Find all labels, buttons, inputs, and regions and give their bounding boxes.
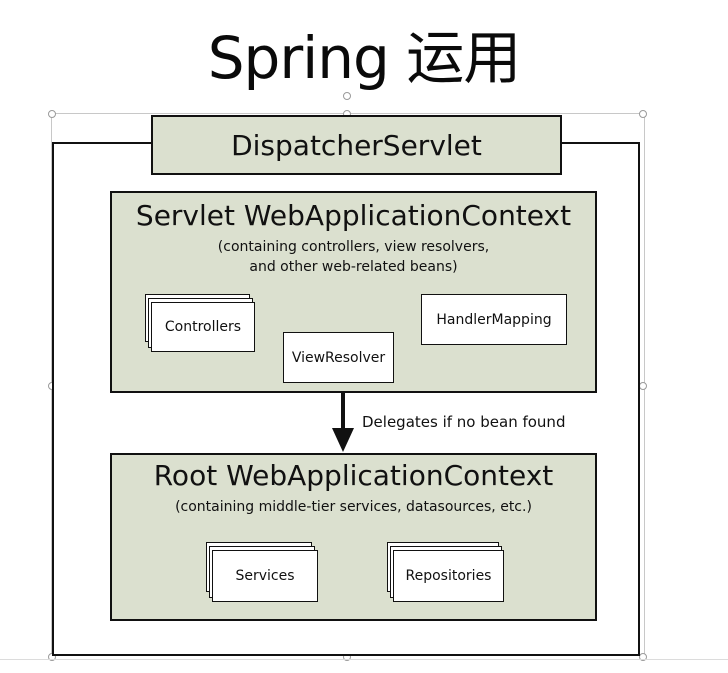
delegation-arrow-head	[332, 428, 354, 452]
root-context-title: Root WebApplicationContext	[153, 459, 554, 492]
dispatcher-servlet-label: DispatcherServlet	[231, 128, 482, 162]
controllers-box: Controllers	[151, 302, 255, 352]
repositories-label: Repositories	[405, 568, 492, 584]
resize-handle-right[interactable]	[639, 382, 647, 390]
slide-title: Spring 运用	[207, 24, 522, 92]
dispatcher-servlet-box: DispatcherServlet	[151, 115, 562, 175]
view-resolver-box: ViewResolver	[283, 332, 394, 383]
repositories-box: Repositories	[393, 550, 504, 602]
servlet-context-subtitle-line1: (containing controllers, view resolvers,	[217, 239, 490, 255]
resize-handle-top-left[interactable]	[48, 110, 56, 118]
handler-mapping-box: HandlerMapping	[421, 294, 567, 345]
services-box: Services	[212, 550, 318, 602]
servlet-context-title: Servlet WebApplicationContext	[135, 199, 572, 232]
slide-bottom-edge	[0, 659, 728, 660]
controllers-label: Controllers	[164, 319, 242, 335]
handler-mapping-label: HandlerMapping	[436, 311, 552, 328]
root-context-box: Root WebApplicationContext (containing m…	[110, 453, 597, 621]
servlet-context-subtitle-line2: and other web-related beans)	[249, 259, 458, 275]
view-resolver-label: ViewResolver	[291, 349, 386, 366]
services-label: Services	[235, 568, 295, 584]
delegation-arrow	[332, 392, 354, 452]
resize-handle-top-right[interactable]	[639, 110, 647, 118]
root-context-subtitle: (containing middle-tier services, dataso…	[175, 499, 532, 515]
rotate-handle[interactable]	[343, 92, 351, 100]
delegation-arrow-label: Delegates if no bean found	[362, 413, 566, 431]
